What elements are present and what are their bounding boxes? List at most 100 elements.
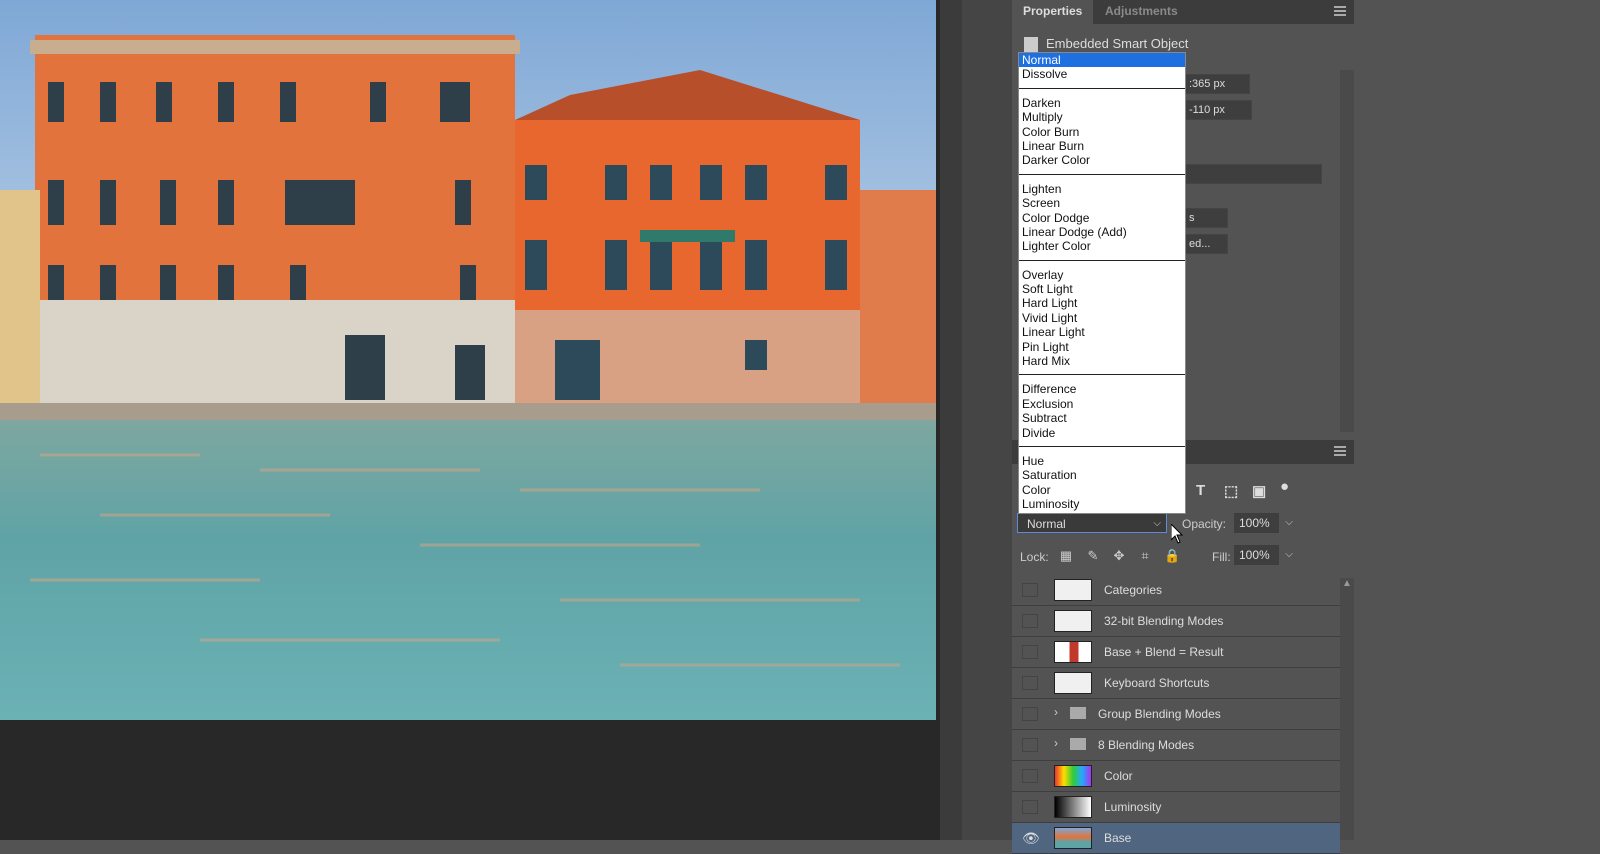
opacity-input[interactable]: 100% xyxy=(1234,513,1279,533)
folder-icon xyxy=(1070,707,1086,719)
menu-item-vivid-light[interactable]: Vivid Light xyxy=(1019,311,1185,325)
lock-transparent-pixels-icon[interactable]: ▦ xyxy=(1059,549,1073,563)
lock-all-icon[interactable]: 🔒 xyxy=(1164,549,1180,563)
menu-item-divide[interactable]: Divide xyxy=(1019,426,1185,440)
document-canvas[interactable] xyxy=(0,0,940,840)
visibility-toggle[interactable] xyxy=(1022,645,1038,659)
menu-item-darken[interactable]: Darken xyxy=(1019,96,1185,110)
layer-name: Luminosity xyxy=(1104,800,1162,814)
opacity-dropdown-icon[interactable]: ⌵ xyxy=(1280,513,1298,533)
width-field[interactable]: :365 px xyxy=(1184,74,1250,94)
smart-object-icon xyxy=(1024,36,1038,53)
menu-item-hue[interactable]: Hue xyxy=(1019,454,1185,468)
layer-row-8-blending-modes[interactable]: › 8 Blending Modes xyxy=(1012,730,1340,761)
folder-icon xyxy=(1070,738,1086,750)
layer-thumbnail xyxy=(1054,641,1092,663)
venice-canal-photo xyxy=(0,0,936,720)
type-layer-filter-icon[interactable]: T xyxy=(1196,482,1205,499)
layer-row-base[interactable]: 👁 Base xyxy=(1012,823,1340,854)
panel-menu-icon[interactable] xyxy=(1334,6,1346,16)
shape-layer-filter-icon[interactable]: ⬚ xyxy=(1224,482,1238,500)
menu-item-hard-mix[interactable]: Hard Mix xyxy=(1019,354,1185,368)
collapsed-panel-dock xyxy=(962,0,1012,840)
menu-item-normal[interactable]: Normal xyxy=(1019,53,1185,68)
smart-object-filter-icon[interactable]: ▣ xyxy=(1252,482,1266,500)
layer-name: 8 Blending Modes xyxy=(1098,738,1195,752)
menu-separator xyxy=(1019,173,1185,175)
properties-tab-bar: Properties Adjustments xyxy=(1012,0,1354,24)
layer-thumbnail xyxy=(1054,765,1092,787)
chevron-right-icon[interactable]: › xyxy=(1054,705,1058,719)
menu-item-hard-light[interactable]: Hard Light xyxy=(1019,296,1185,310)
lock-image-pixels-icon[interactable]: ✎ xyxy=(1086,549,1100,563)
menu-item-lighten[interactable]: Lighten xyxy=(1019,182,1185,196)
chevron-down-icon: ⌵ xyxy=(1153,518,1161,529)
layer-row-luminosity[interactable]: Luminosity xyxy=(1012,792,1340,823)
filter-toggle-icon[interactable]: ● xyxy=(1280,478,1289,495)
scroll-up-icon[interactable]: ▲ xyxy=(1342,578,1352,589)
opacity-label: Opacity: xyxy=(1182,517,1227,531)
layer-row-32-bit-blending-modes[interactable]: 32-bit Blending Modes xyxy=(1012,606,1340,637)
tab-adjustments[interactable]: Adjustments xyxy=(1094,0,1189,24)
menu-separator xyxy=(1019,374,1185,376)
layers-panel-menu-icon[interactable] xyxy=(1334,446,1346,456)
menu-item-subtract[interactable]: Subtract xyxy=(1019,411,1185,425)
layer-thumbnail xyxy=(1054,827,1092,849)
visibility-toggle[interactable] xyxy=(1022,738,1038,752)
menu-item-pin-light[interactable]: Pin Light xyxy=(1019,340,1185,354)
visibility-toggle[interactable] xyxy=(1022,800,1038,814)
small-field[interactable]: s xyxy=(1184,208,1228,228)
menu-item-color-dodge[interactable]: Color Dodge xyxy=(1019,211,1185,225)
fill-input[interactable]: 100% xyxy=(1234,545,1279,565)
edit-contents-button[interactable]: ed... xyxy=(1184,234,1228,254)
menu-item-soft-light[interactable]: Soft Light xyxy=(1019,282,1185,296)
layer-row-color[interactable]: Color xyxy=(1012,761,1340,792)
lock-position-icon[interactable]: ✥ xyxy=(1112,549,1126,563)
visibility-toggle[interactable] xyxy=(1022,676,1038,690)
fill-label: Fill: xyxy=(1212,550,1231,564)
layer-comp-select[interactable] xyxy=(1184,164,1322,184)
menu-item-linear-burn[interactable]: Linear Burn xyxy=(1019,139,1185,153)
menu-item-linear-dodge[interactable]: Linear Dodge (Add) xyxy=(1019,225,1185,239)
tab-properties[interactable]: Properties xyxy=(1012,0,1094,24)
visibility-toggle[interactable] xyxy=(1022,583,1038,597)
layer-thumbnail xyxy=(1054,672,1092,694)
menu-item-difference[interactable]: Difference xyxy=(1019,382,1185,396)
menu-item-screen[interactable]: Screen xyxy=(1019,196,1185,210)
fill-dropdown-icon[interactable]: ⌵ xyxy=(1280,545,1298,565)
visibility-toggle[interactable] xyxy=(1022,614,1038,628)
menu-separator xyxy=(1019,259,1185,261)
menu-item-luminosity[interactable]: Luminosity xyxy=(1019,497,1185,511)
layer-thumbnail xyxy=(1054,579,1092,601)
menu-item-overlay[interactable]: Overlay xyxy=(1019,268,1185,282)
menu-item-linear-light[interactable]: Linear Light xyxy=(1019,325,1185,339)
layer-name: Base xyxy=(1104,831,1132,845)
layer-list: Categories 32-bit Blending Modes Base + … xyxy=(1012,575,1340,854)
layer-thumbnail xyxy=(1054,610,1092,632)
menu-separator xyxy=(1019,445,1185,447)
menu-item-lighter-color[interactable]: Lighter Color xyxy=(1019,239,1185,253)
menu-item-color-burn[interactable]: Color Burn xyxy=(1019,125,1185,139)
menu-item-darker-color[interactable]: Darker Color xyxy=(1019,153,1185,167)
menu-item-exclusion[interactable]: Exclusion xyxy=(1019,397,1185,411)
menu-item-color[interactable]: Color xyxy=(1019,483,1185,497)
layers-scrollbar[interactable]: ▲ xyxy=(1340,578,1354,840)
blend-mode-select[interactable]: Normal ⌵ xyxy=(1017,513,1167,533)
eye-icon[interactable]: 👁 xyxy=(1022,831,1040,845)
visibility-toggle[interactable] xyxy=(1022,707,1038,721)
panel-divider-strip xyxy=(940,0,962,840)
chevron-right-icon[interactable]: › xyxy=(1054,736,1058,750)
menu-item-saturation[interactable]: Saturation xyxy=(1019,468,1185,482)
menu-item-multiply[interactable]: Multiply xyxy=(1019,110,1185,124)
properties-scrollbar[interactable] xyxy=(1340,70,1354,432)
layer-thumbnail xyxy=(1054,796,1092,818)
lock-label: Lock: xyxy=(1020,550,1049,564)
layer-row-base-blend-result[interactable]: Base + Blend = Result xyxy=(1012,637,1340,668)
layer-row-categories[interactable]: Categories xyxy=(1012,575,1340,606)
layer-row-group-blending-modes[interactable]: › Group Blending Modes xyxy=(1012,699,1340,730)
y-position-field[interactable]: -110 px xyxy=(1184,100,1252,120)
visibility-toggle[interactable] xyxy=(1022,769,1038,783)
layer-row-keyboard-shortcuts[interactable]: Keyboard Shortcuts xyxy=(1012,668,1340,699)
lock-artboard-icon[interactable]: ⌗ xyxy=(1138,549,1152,563)
menu-item-dissolve[interactable]: Dissolve xyxy=(1019,67,1185,81)
